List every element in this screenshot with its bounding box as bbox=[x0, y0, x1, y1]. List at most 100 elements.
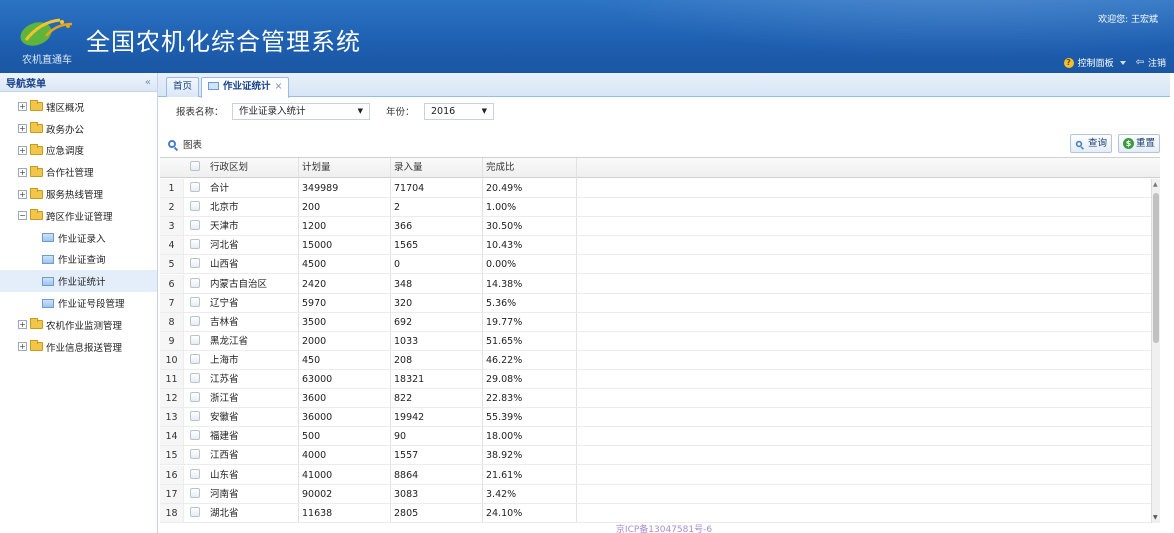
dropdown-arrow-icon: ▼ bbox=[357, 106, 363, 115]
sidebar-item[interactable]: + 农机作业监测管理 bbox=[0, 314, 157, 336]
table-row[interactable]: 17 河南省 90002 3083 3.42% bbox=[160, 484, 1151, 504]
expander-icon[interactable]: − bbox=[18, 211, 27, 221]
table-row[interactable]: 5 山西省 4500 0 0.00% bbox=[160, 255, 1151, 275]
cell-ratio: 55.39% bbox=[486, 412, 523, 424]
column-header-ratio[interactable]: 完成比 bbox=[486, 158, 515, 178]
row-checkbox[interactable] bbox=[184, 179, 204, 197]
toolbar: 图表 查询 $ 重置 bbox=[158, 133, 1170, 155]
row-checkbox[interactable] bbox=[184, 313, 204, 331]
row-checkbox[interactable] bbox=[184, 351, 204, 369]
scroll-down-icon[interactable]: ▼ bbox=[1153, 514, 1158, 521]
row-checkbox[interactable] bbox=[184, 389, 204, 407]
row-checkbox[interactable] bbox=[184, 408, 204, 426]
sidebar-item[interactable]: − 跨区作业证管理 bbox=[0, 205, 157, 227]
cell-ratio: 20.49% bbox=[486, 183, 523, 194]
table-row[interactable]: 14 福建省 500 90 18.00% bbox=[160, 427, 1151, 447]
column-header-entry[interactable]: 录入量 bbox=[394, 158, 423, 178]
chevron-down-icon[interactable] bbox=[1119, 60, 1126, 65]
table-row[interactable]: 3 天津市 1200 366 30.50% bbox=[160, 217, 1151, 237]
row-checkbox[interactable] bbox=[184, 294, 204, 312]
vertical-scrollbar[interactable]: ▲ ▼ bbox=[1151, 179, 1160, 523]
column-header-area[interactable]: 行政区划 bbox=[210, 158, 248, 178]
table-row[interactable]: 13 安徽省 36000 19942 55.39% bbox=[160, 408, 1151, 428]
table-row[interactable]: 11 江苏省 63000 18321 29.08% bbox=[160, 370, 1151, 390]
expander-icon[interactable]: + bbox=[18, 320, 27, 330]
year-value: 2016 bbox=[431, 105, 456, 117]
table-row[interactable]: 2 北京市 200 2 1.00% bbox=[160, 198, 1151, 218]
cell-plan: 3600 bbox=[302, 393, 327, 405]
cell-area: 吉林省 bbox=[210, 316, 239, 328]
row-number: 4 bbox=[160, 236, 184, 255]
cell-entry: 366 bbox=[394, 221, 413, 233]
row-checkbox[interactable] bbox=[184, 504, 204, 522]
table-row[interactable]: 7 辽宁省 5970 320 5.36% bbox=[160, 293, 1151, 313]
chart-button[interactable]: 图表 bbox=[168, 137, 202, 151]
report-name-select[interactable]: 作业证录入统计 ▼ bbox=[232, 102, 370, 120]
sidebar-item[interactable]: + 作业信息报送管理 bbox=[0, 336, 157, 358]
row-checkbox[interactable] bbox=[184, 217, 204, 235]
reset-button[interactable]: $ 重置 bbox=[1118, 134, 1161, 153]
sidebar-item[interactable]: + 服务热线管理 bbox=[0, 183, 157, 205]
row-checkbox[interactable] bbox=[184, 466, 204, 484]
row-checkbox[interactable] bbox=[184, 332, 204, 350]
row-checkbox[interactable] bbox=[184, 236, 204, 254]
cell-entry: 3083 bbox=[394, 488, 419, 500]
sidebar-item[interactable]: 作业证号段管理 bbox=[0, 292, 157, 314]
cell-entry: 19942 bbox=[394, 412, 425, 424]
table-row[interactable]: 6 内蒙古自治区 2420 348 14.38% bbox=[160, 274, 1151, 294]
cell-plan: 36000 bbox=[302, 412, 333, 424]
table-row[interactable]: 16 山东省 41000 8864 21.61% bbox=[160, 465, 1151, 485]
sidebar-item-label: 农机作业监测管理 bbox=[46, 320, 123, 332]
dropdown-arrow-icon: ▼ bbox=[481, 106, 487, 115]
sidebar-item[interactable]: 作业证统计 bbox=[0, 270, 157, 293]
tab-home[interactable]: 首页 bbox=[166, 77, 200, 97]
row-checkbox[interactable] bbox=[184, 370, 204, 388]
tab-certificate-stats[interactable]: 作业证统计 × bbox=[201, 77, 290, 98]
cell-entry: 0 bbox=[394, 259, 401, 271]
table-row[interactable]: 1 合计 349989 71704 20.49% bbox=[160, 179, 1151, 199]
sidebar-item[interactable]: + 辖区概况 bbox=[0, 96, 157, 118]
control-panel-link[interactable]: 控制面板 bbox=[1078, 56, 1114, 69]
year-select[interactable]: 2016 ▼ bbox=[424, 102, 494, 120]
expander-icon[interactable]: + bbox=[18, 342, 27, 352]
table-row[interactable]: 8 吉林省 3500 692 19.77% bbox=[160, 312, 1151, 332]
table-header: 行政区划 计划量 录入量 完成比 bbox=[160, 158, 1160, 178]
column-header-plan[interactable]: 计划量 bbox=[302, 158, 331, 178]
sidebar-item[interactable]: 作业证查询 bbox=[0, 249, 157, 271]
table-row[interactable]: 18 湖北省 11638 2805 24.10% bbox=[160, 503, 1151, 523]
table-row[interactable]: 9 黑龙江省 2000 1033 51.65% bbox=[160, 331, 1151, 351]
sidebar-item[interactable]: + 应急调度 bbox=[0, 140, 157, 162]
sidebar-item[interactable]: + 政务办公 bbox=[0, 118, 157, 140]
expander-icon[interactable]: + bbox=[18, 102, 27, 112]
expander-icon[interactable]: + bbox=[18, 189, 27, 199]
sidebar-item[interactable]: 作业证录入 bbox=[0, 227, 157, 249]
row-checkbox[interactable] bbox=[184, 427, 204, 445]
scroll-thumb[interactable] bbox=[1153, 193, 1159, 343]
row-checkbox[interactable] bbox=[184, 275, 204, 293]
expander-icon[interactable]: + bbox=[18, 167, 27, 177]
table-row[interactable]: 10 上海市 450 208 46.22% bbox=[160, 350, 1151, 370]
row-checkbox[interactable] bbox=[184, 446, 204, 464]
scroll-up-icon[interactable]: ▲ bbox=[1153, 181, 1158, 188]
expander-icon[interactable]: + bbox=[18, 145, 27, 155]
row-checkbox[interactable] bbox=[184, 485, 204, 503]
row-checkbox[interactable] bbox=[184, 255, 204, 273]
grid-doc-icon bbox=[42, 276, 54, 286]
row-number: 1 bbox=[160, 179, 184, 198]
collapse-icon[interactable]: « bbox=[145, 77, 151, 88]
cell-plan: 2000 bbox=[302, 335, 327, 347]
table-row[interactable]: 15 江西省 4000 1557 38.92% bbox=[160, 446, 1151, 466]
row-checkbox[interactable] bbox=[184, 198, 204, 216]
logout-link[interactable]: 注销 bbox=[1148, 56, 1166, 69]
cell-entry: 1565 bbox=[394, 240, 419, 252]
table-row[interactable]: 4 河北省 15000 1565 10.43% bbox=[160, 236, 1151, 256]
select-all-checkbox[interactable] bbox=[190, 158, 200, 178]
cell-ratio: 0.00% bbox=[486, 259, 517, 271]
cell-ratio: 46.22% bbox=[486, 354, 523, 366]
close-icon[interactable]: × bbox=[275, 81, 283, 92]
table-row[interactable]: 12 浙江省 3600 822 22.83% bbox=[160, 389, 1151, 409]
query-button[interactable]: 查询 bbox=[1070, 134, 1113, 153]
expander-icon[interactable]: + bbox=[18, 124, 27, 134]
cell-plan: 500 bbox=[302, 431, 321, 443]
sidebar-item[interactable]: + 合作社管理 bbox=[0, 161, 157, 183]
